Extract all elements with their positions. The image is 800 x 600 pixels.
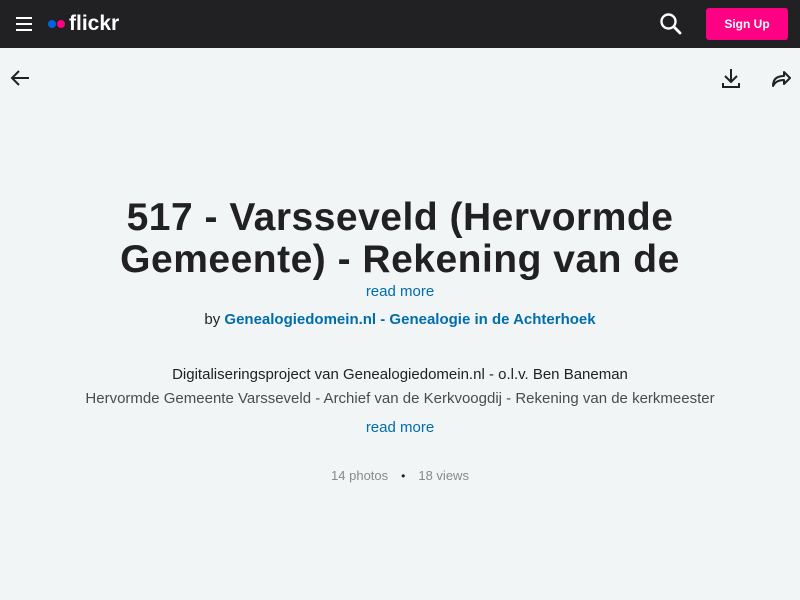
stats-separator: • — [401, 468, 406, 483]
top-navigation-bar: flickr Sign Up — [0, 0, 800, 48]
search-icon[interactable] — [659, 12, 683, 36]
album-stats: 14 photos • 18 views — [300, 468, 500, 483]
photo-count: 14 photos — [331, 468, 389, 483]
share-arrow-icon[interactable] — [770, 67, 792, 89]
album-description-line-1: Digitaliseringsproject van Genealogiedom… — [172, 366, 628, 383]
album-byline: by Genealogiedomein.nl - Genealogie in d… — [60, 311, 740, 328]
album-description-line-2: Hervormde Gemeente Varsseveld - Archief … — [85, 390, 715, 407]
album-title: 517 - Varsseveld (Hervormde Gemeente) - … — [120, 197, 680, 281]
download-icon[interactable] — [720, 67, 742, 89]
arrow-left-icon[interactable] — [9, 67, 31, 89]
byline-prefix: by — [204, 311, 221, 328]
logo-blue-dot — [48, 20, 56, 28]
view-count: 18 views — [418, 468, 469, 483]
logo-text: flickr — [69, 12, 120, 35]
description-read-more-link[interactable]: read more — [300, 419, 500, 436]
sign-up-button[interactable]: Sign Up — [706, 8, 788, 40]
author-link[interactable]: Genealogiedomein.nl - Genealogie in de A… — [224, 311, 595, 328]
flickr-logo[interactable]: flickr — [48, 11, 119, 37]
title-read-more-link[interactable]: read more — [300, 283, 500, 300]
hamburger-menu-icon[interactable] — [16, 17, 32, 31]
logo-pink-dot — [57, 20, 65, 28]
